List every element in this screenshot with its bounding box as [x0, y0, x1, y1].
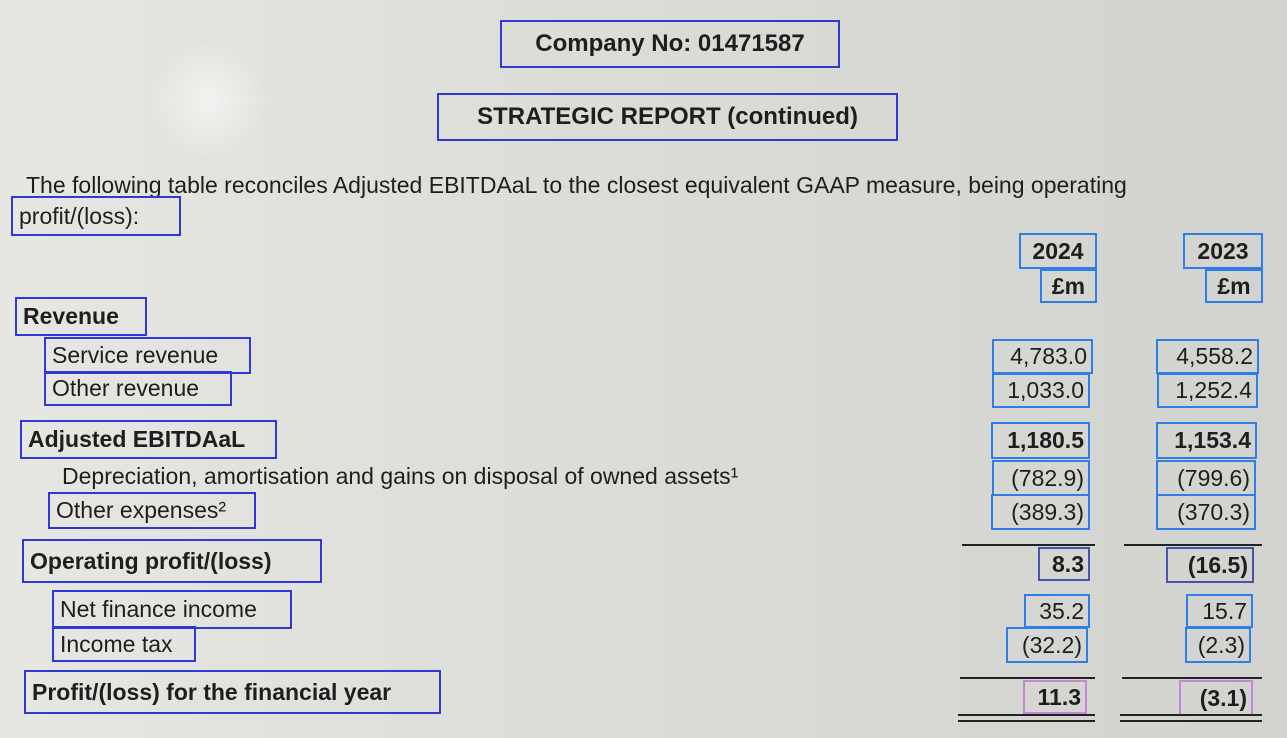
total-double-rule-1-2024 — [958, 714, 1095, 716]
report-title: STRATEGIC REPORT (continued) — [437, 93, 898, 141]
value-adjusted-ebitdaal-2024: 1,180.5 — [991, 422, 1090, 459]
subtotal-rule-2023 — [1124, 544, 1262, 546]
row-label-other-expenses: Other expenses² — [48, 492, 256, 529]
value-profit-for-year-2023: (3.1) — [1179, 680, 1253, 716]
value-other-expenses-2023: (370.3) — [1156, 494, 1256, 530]
total-double-rule-2-2024 — [958, 720, 1095, 722]
value-other-expenses-2024: (389.3) — [991, 494, 1090, 530]
column-unit-2023: £m — [1205, 269, 1263, 303]
column-unit-2024: £m — [1040, 269, 1097, 303]
value-net-finance-income-2024: 35.2 — [1024, 594, 1090, 628]
value-net-finance-income-2023: 15.7 — [1186, 594, 1253, 628]
row-label-adjusted-ebitdaal: Adjusted EBITDAaL — [20, 420, 277, 459]
value-service-revenue-2023: 4,558.2 — [1156, 339, 1259, 374]
row-label-net-finance-income: Net finance income — [52, 590, 292, 629]
value-operating-profit-2024: 8.3 — [1038, 547, 1090, 581]
value-operating-profit-2023: (16.5) — [1166, 547, 1254, 583]
row-label-operating-profit: Operating profit/(loss) — [22, 539, 322, 583]
value-other-revenue-2024: 1,033.0 — [992, 373, 1090, 408]
total-double-rule-2-2023 — [1120, 720, 1262, 722]
value-depreciation-2023: (799.6) — [1156, 460, 1256, 496]
document-page: Company No: 01471587 STRATEGIC REPORT (c… — [0, 0, 1287, 738]
value-depreciation-2024: (782.9) — [992, 460, 1090, 496]
row-label-other-revenue: Other revenue — [44, 371, 232, 406]
intro-line-1: The following table reconciles Adjusted … — [26, 172, 1127, 198]
value-profit-for-year-2024: 11.3 — [1023, 680, 1087, 714]
row-label-depreciation: Depreciation, amortisation and gains on … — [62, 463, 739, 489]
total-rule-top-2023 — [1122, 677, 1262, 679]
column-year-2023: 2023 — [1183, 233, 1263, 269]
row-label-service-revenue: Service revenue — [44, 337, 251, 374]
value-income-tax-2023: (2.3) — [1185, 627, 1251, 663]
row-label-profit-for-year: Profit/(loss) for the financial year — [24, 670, 441, 714]
column-year-2024: 2024 — [1019, 233, 1097, 269]
row-label-revenue: Revenue — [15, 297, 147, 336]
total-rule-top-2024 — [960, 677, 1095, 679]
row-label-income-tax: Income tax — [52, 626, 196, 662]
subtotal-rule-2024 — [962, 544, 1095, 546]
company-number: Company No: 01471587 — [500, 20, 840, 68]
intro-line-2: profit/(loss): — [11, 196, 181, 236]
value-service-revenue-2024: 4,783.0 — [992, 339, 1093, 374]
photo-glare — [150, 40, 270, 160]
value-income-tax-2024: (32.2) — [1006, 627, 1088, 663]
value-adjusted-ebitdaal-2023: 1,153.4 — [1156, 422, 1257, 459]
value-other-revenue-2023: 1,252.4 — [1157, 373, 1258, 408]
total-double-rule-1-2023 — [1120, 714, 1262, 716]
